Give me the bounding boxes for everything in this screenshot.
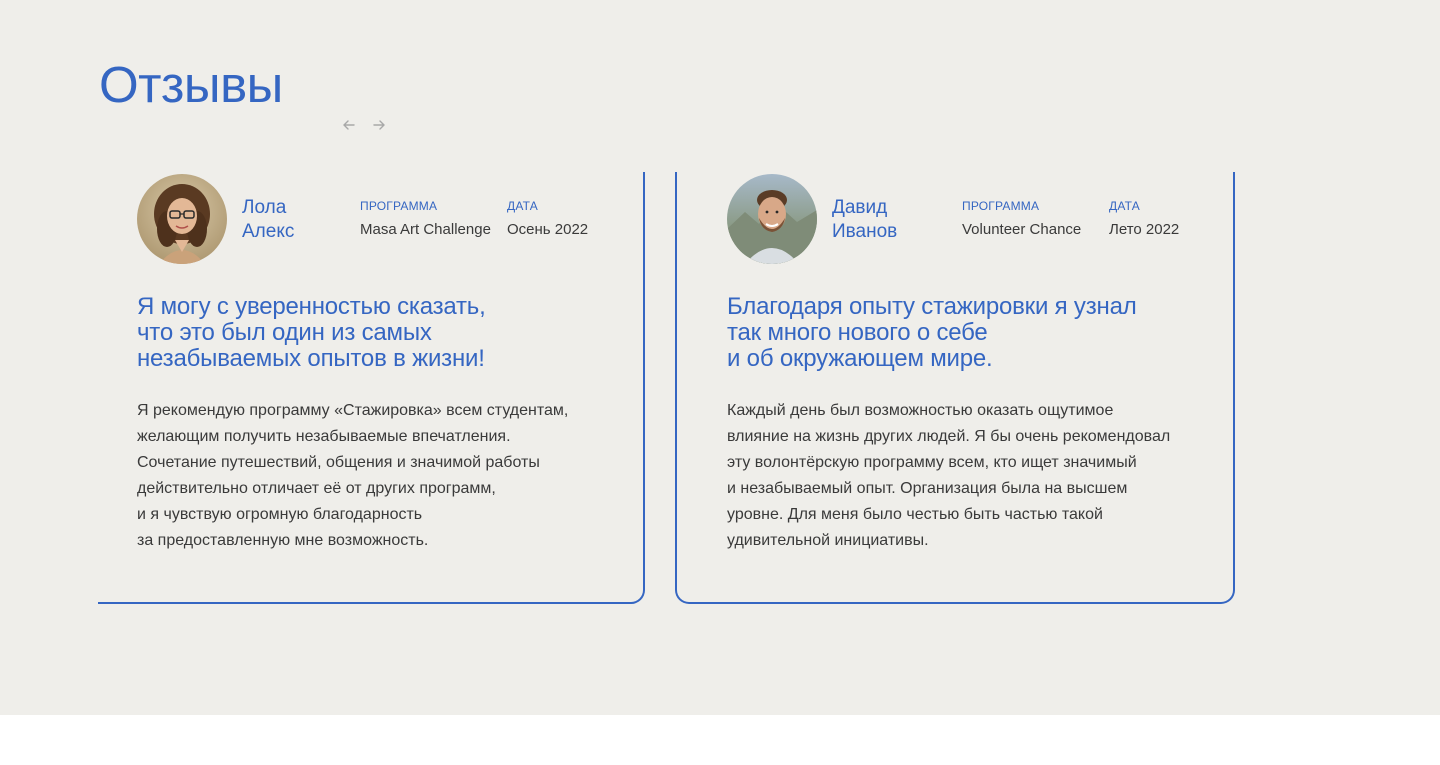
- section-title: Отзывы: [99, 56, 283, 113]
- text-line: уровне. Для меня было честью быть частью…: [727, 506, 1103, 523]
- quote-line: что это был один из самых: [137, 319, 432, 346]
- quote-line: Благодаря опыту стажировки я узнал: [727, 293, 1137, 320]
- reviewer-first-name: Лола: [242, 197, 287, 218]
- review-text: Каждый день был возможностью оказать ощу…: [727, 398, 1187, 554]
- arrow-right-icon: [373, 120, 385, 130]
- reviewer-first-name: Давид: [832, 197, 888, 218]
- text-line: удивительной инициативы.: [727, 532, 929, 549]
- text-line: Я рекомендую программу «Стажировка» всем…: [137, 402, 569, 419]
- text-line: и я чувствую огромную благодарность: [137, 506, 423, 523]
- date-label: ДАТА: [1109, 199, 1140, 213]
- text-line: и незабываемый опыт. Организация была на…: [727, 480, 1128, 497]
- reviewer-last-name: Иванов: [832, 221, 898, 242]
- quote-line: так много нового о себе: [727, 319, 988, 346]
- text-line: за предоставленную мне возможность.: [137, 532, 429, 549]
- avatar: [137, 174, 227, 264]
- program-value: Volunteer Chance: [962, 221, 1082, 238]
- reviews-section: Отзывы Лола Алекс ПРОГРАММА Masa Art Cha…: [0, 0, 1440, 715]
- quote-line: Я могу с уверенностью сказать,: [137, 293, 486, 320]
- arrow-left-icon: [343, 120, 355, 130]
- text-line: Каждый день был возможностью оказать ощу…: [727, 402, 1114, 419]
- reviewer-name: Лола Алекс: [242, 196, 342, 244]
- next-button[interactable]: [370, 114, 388, 136]
- program-label: ПРОГРАММА: [360, 199, 438, 213]
- text-line: Сочетание путешествий, общения и значимо…: [137, 454, 540, 471]
- text-line: влияние на жизнь других людей. Я бы очен…: [727, 428, 1171, 445]
- prev-button[interactable]: [340, 114, 358, 136]
- quote-line: незабываемых опытов в жизни!: [137, 345, 485, 372]
- review-text: Я рекомендую программу «Стажировка» всем…: [137, 398, 597, 554]
- program-value: Masa Art Challenge: [360, 221, 491, 238]
- program-label: ПРОГРАММА: [962, 199, 1040, 213]
- review-card: Лола Алекс ПРОГРАММА Masa Art Challenge …: [98, 172, 645, 604]
- reviewer-name: Давид Иванов: [832, 196, 932, 244]
- text-line: эту волонтёрскую программу всем, кто ище…: [727, 454, 1137, 471]
- review-card: Давид Иванов ПРОГРАММА Volunteer Chance …: [675, 172, 1235, 604]
- text-line: желающим получить незабываемые впечатлен…: [137, 428, 511, 445]
- text-line: действительно отличает её от других прог…: [137, 480, 496, 497]
- quote-line: и об окружающем мире.: [727, 345, 993, 372]
- date-label: ДАТА: [507, 199, 538, 213]
- carousel-controls: [340, 114, 388, 136]
- date-value: Лето 2022: [1109, 221, 1180, 238]
- review-quote: Благодаря опыту стажировки я узнал так м…: [727, 294, 1187, 372]
- date-value: Осень 2022: [507, 221, 589, 238]
- review-quote: Я могу с уверенностью сказать, что это б…: [137, 294, 597, 372]
- avatar: [727, 174, 817, 264]
- reviewer-last-name: Алекс: [242, 221, 295, 242]
